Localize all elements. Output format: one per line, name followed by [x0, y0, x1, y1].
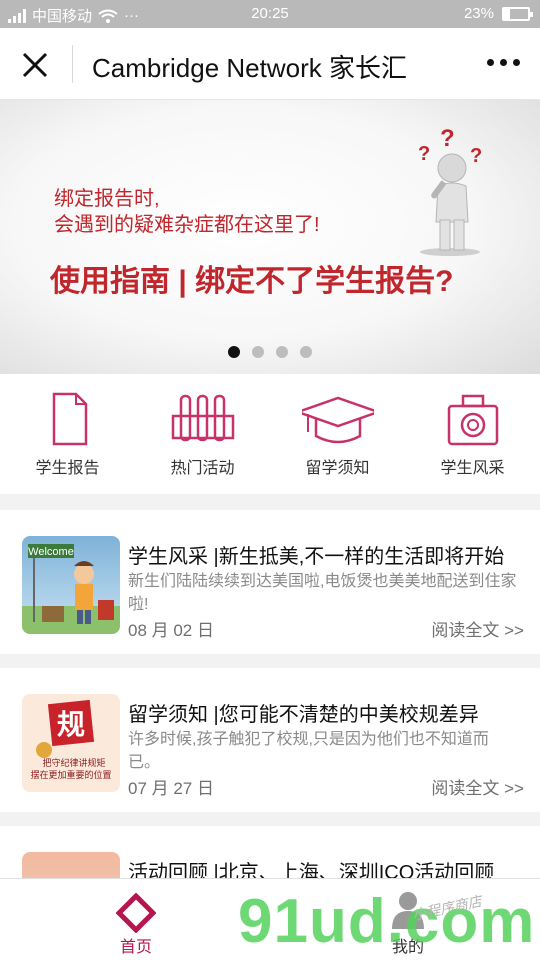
thumb-welcome-text: Welcome — [28, 546, 74, 558]
status-time: 20:25 — [251, 5, 289, 22]
article-thumbnail: 规 把守纪律讲规矩 摆在更加重要的位置 — [22, 694, 120, 792]
svg-text:?: ? — [418, 143, 430, 165]
battery-fill — [504, 8, 510, 19]
article-thumbnail: Welcome — [22, 536, 120, 634]
close-icon[interactable] — [20, 50, 50, 80]
article-card[interactable]: 规 把守纪律讲规矩 摆在更加重要的位置 留学须知 |您可能不清楚的中美校规差异 … — [0, 668, 540, 812]
camera-icon — [447, 394, 499, 446]
banner-line1: 绑定报告时, — [54, 188, 160, 210]
read-more-link[interactable]: 阅读全文 >> — [431, 774, 524, 799]
svg-text:?: ? — [470, 145, 482, 167]
article-date: 08 月 02 日 — [128, 621, 214, 640]
thinking-figure-icon: ? ? ? — [418, 126, 482, 256]
carousel-dot[interactable] — [228, 346, 240, 358]
banner-line2: 会遇到的疑难杂症都在这里了! — [54, 214, 320, 236]
article-summary: 新生们陆陆续续到达美国啦,电饭煲也美美地配送到住家啦! — [128, 573, 517, 613]
document-icon — [52, 392, 88, 446]
status-bar: 中国移动 ··· 20:25 23% — [0, 0, 540, 28]
menu-label: 留学须知 — [305, 460, 370, 477]
battery-percent: 23% — [463, 5, 494, 22]
page-title: Cambridge Network 家长汇 — [92, 53, 407, 83]
carousel-dot[interactable] — [252, 346, 264, 358]
article-date: 07 月 27 日 — [128, 779, 214, 798]
menu-item-student-report[interactable]: 学生报告 — [0, 374, 135, 494]
test-tubes-icon — [171, 394, 235, 442]
rules-thumbnail-icon: 规 把守纪律讲规矩 摆在更加重要的位置 — [30, 699, 112, 781]
article-summary: 许多时候,孩子触犯了校规,只是因为他们也不知道而已。 — [128, 731, 489, 771]
menu-label: 热门活动 — [170, 460, 235, 477]
tab-home[interactable]: 首页 — [88, 879, 184, 960]
article-title: 留学须知 |您可能不清楚的中美校规差异 — [128, 704, 479, 726]
watermark-logo: 91ud.com — [238, 887, 536, 956]
carousel-dot[interactable] — [300, 346, 312, 358]
svg-text:?: ? — [440, 126, 455, 152]
menu-item-student-showcase[interactable]: 学生风采 — [405, 374, 540, 494]
nav-divider — [72, 45, 73, 83]
menu-label: 学生风采 — [440, 460, 505, 477]
thumb-caption-2: 摆在更加重要的位置 — [30, 769, 111, 781]
category-menu: 学生报告 热门活动 留学须知 学生风采 — [0, 374, 540, 494]
menu-item-hot-events[interactable]: 热门活动 — [135, 374, 270, 494]
battery-icon — [502, 6, 533, 21]
banner-headline: 使用指南 | 绑定不了学生报告? — [50, 265, 454, 298]
status-right: 23% — [463, 5, 533, 22]
menu-item-study-abroad-notes[interactable]: 留学须知 — [270, 374, 405, 494]
article-card[interactable]: Welcome 学生风采 |新生抵美,不一样的生活即将开始 新生们陆陆续续到达美… — [0, 510, 540, 654]
banner-carousel[interactable]: 绑定报告时, 会遇到的疑难杂症都在这里了! 使用指南 | 绑定不了学生报告? ?… — [0, 100, 540, 374]
nav-bar: Cambridge Network 家长汇 — [0, 28, 540, 100]
home-diamond-icon — [116, 893, 156, 933]
menu-label: 学生报告 — [35, 460, 100, 477]
thumb-caption-1: 把守纪律讲规矩 — [42, 757, 105, 769]
article-card[interactable]: 活动回顾 |北京、上海、深圳ICO活动回顾 — [0, 826, 540, 886]
article-title: 学生风采 |新生抵美,不一样的生活即将开始 — [128, 546, 505, 568]
carousel-dot[interactable] — [276, 346, 288, 358]
carousel-dots[interactable] — [0, 346, 540, 358]
tab-home-label: 首页 — [119, 939, 152, 956]
more-menu-icon[interactable] — [487, 59, 520, 66]
graduation-cap-icon — [302, 396, 374, 444]
read-more-link[interactable]: 阅读全文 >> — [431, 616, 524, 641]
thumb-rule-char: 规 — [57, 708, 85, 741]
welcome-thumbnail-icon: Welcome — [22, 544, 120, 634]
